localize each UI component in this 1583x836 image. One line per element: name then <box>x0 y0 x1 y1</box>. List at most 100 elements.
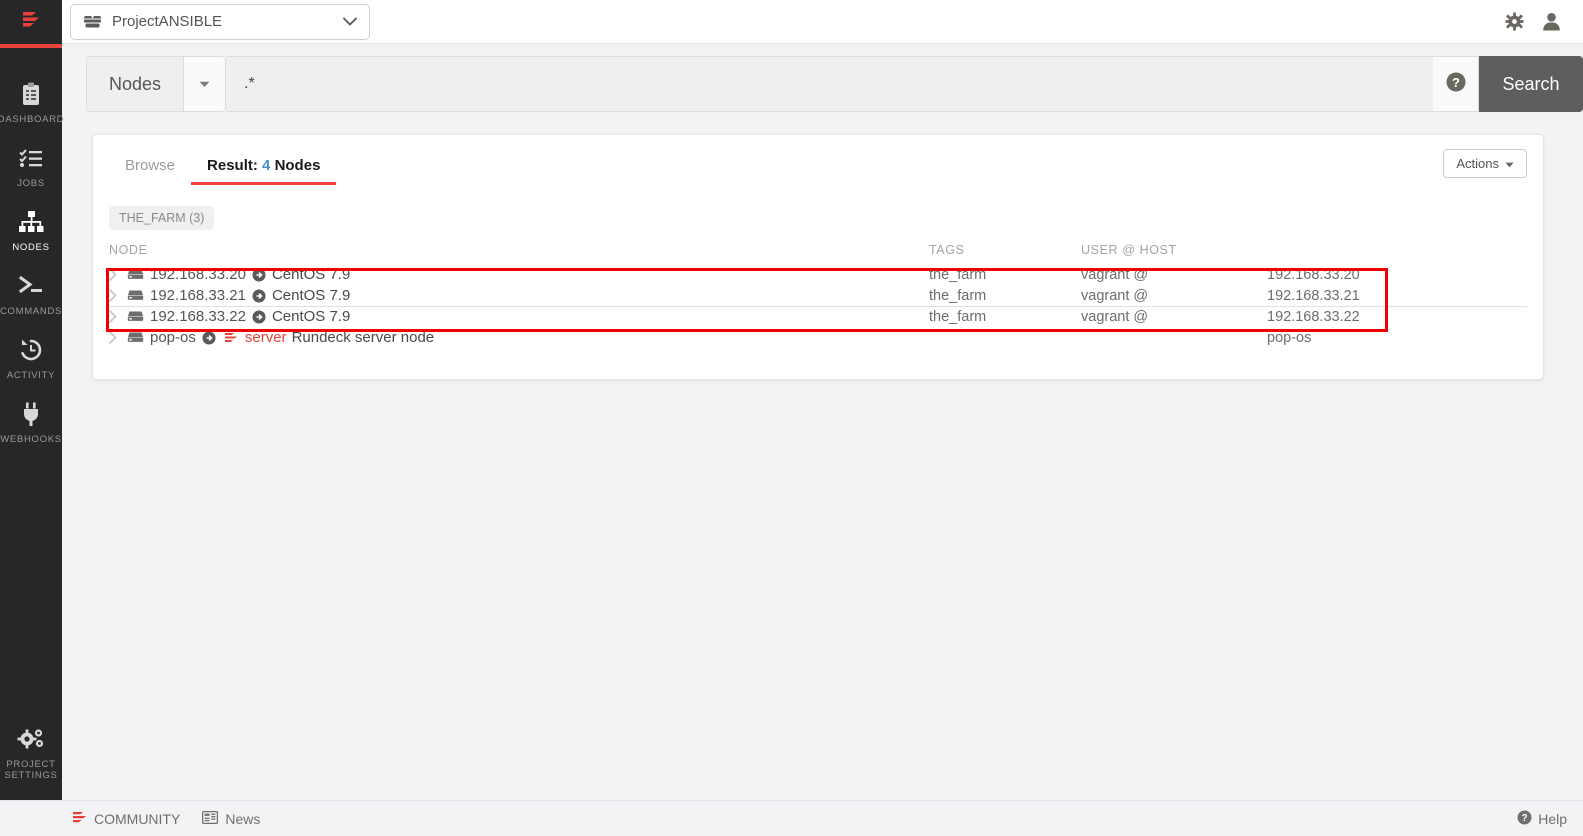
rundeck-logo-icon <box>72 811 87 827</box>
nodes-table-body: 192.168.33.20 CentOS 7.9 the_farm vagran… <box>109 264 1529 348</box>
sidebar-nav-list: DASHBOARD JOBS NODES COMMANDS ACTIVITY W… <box>0 70 64 454</box>
history-clock-icon <box>19 337 43 363</box>
footer-help-label: Help <box>1538 810 1567 827</box>
node-user: vagrant @ <box>1081 308 1149 325</box>
server-icon <box>127 268 144 281</box>
footer-community-label: COMMUNITY <box>94 810 181 827</box>
footer-community-link[interactable]: COMMUNITY <box>72 811 180 827</box>
search-input[interactable] <box>226 56 1433 112</box>
node-cell: 192.168.33.21 CentOS 7.9 <box>109 285 929 306</box>
sidebar-logo[interactable] <box>0 0 62 44</box>
arrow-circle-right-icon[interactable] <box>252 310 266 324</box>
sidebar-item-commands[interactable]: COMMANDS <box>0 262 62 326</box>
tag-filter-row: THE_FARM (3) <box>109 206 1543 230</box>
actions-button[interactable]: Actions <box>1443 149 1527 178</box>
project-selector[interactable]: ProjectANSIBLE <box>70 3 370 40</box>
sidebar-item-label: JOBS <box>17 178 45 189</box>
server-icon <box>127 289 144 302</box>
clipboard-icon <box>20 81 42 107</box>
node-name[interactable]: 192.168.33.22 <box>150 308 246 325</box>
arrow-circle-right-icon[interactable] <box>252 289 266 303</box>
node-tags[interactable]: the_farm <box>929 264 1081 285</box>
terminal-prompt-icon <box>18 273 44 299</box>
node-cell: 192.168.33.20 CentOS 7.9 <box>109 264 929 285</box>
node-tags[interactable]: the_farm <box>929 306 1081 327</box>
chevron-right-icon[interactable] <box>109 289 127 302</box>
nodes-table: NODE TAGS USER @ HOST 192.168.33.20 Cent… <box>109 243 1529 348</box>
node-server-tag[interactable]: server <box>245 329 287 346</box>
gears-icon <box>17 726 45 752</box>
node-cell: pop-os server Rundeck server node <box>109 327 929 348</box>
table-row[interactable]: 192.168.33.20 CentOS 7.9 the_farm vagran… <box>109 264 1529 285</box>
caret-down-icon <box>1505 156 1514 171</box>
filter-type-selector[interactable]: Nodes <box>86 56 227 112</box>
node-user <box>1081 327 1267 348</box>
sidebar-item-label: WEBHOOKS <box>0 434 62 445</box>
user-icon[interactable] <box>1542 12 1561 31</box>
rundeck-logo-icon <box>20 9 42 36</box>
sidebar-item-nodes[interactable]: NODES <box>0 198 62 262</box>
card-tabs: Browse Result: 4 Nodes <box>109 151 1527 189</box>
chevron-right-icon[interactable] <box>109 268 127 281</box>
plug-icon <box>20 401 42 427</box>
sidebar-item-webhooks[interactable]: WEBHOOKS <box>0 390 62 454</box>
node-name[interactable]: 192.168.33.20 <box>150 266 246 283</box>
sidebar-item-dashboard[interactable]: DASHBOARD <box>0 70 64 134</box>
arrow-circle-right-icon[interactable] <box>202 331 216 345</box>
sidebar-item-activity[interactable]: ACTIVITY <box>0 326 62 390</box>
checklist-icon <box>19 145 43 171</box>
column-header-node: NODE <box>109 243 148 257</box>
caret-down-icon[interactable] <box>183 57 226 111</box>
arrow-circle-right-icon[interactable] <box>252 268 266 282</box>
filter-type-label: Nodes <box>87 57 184 111</box>
search-button[interactable]: Search <box>1479 56 1583 112</box>
search-help-button[interactable]: ? <box>1433 56 1479 112</box>
sidebar-item-label-line2: SETTINGS <box>4 770 58 781</box>
column-header-host <box>1267 243 1529 264</box>
node-name[interactable]: 192.168.33.21 <box>150 287 246 304</box>
sidebar-item-label: COMMANDS <box>0 306 63 317</box>
top-bar: ProjectANSIBLE <box>0 0 1583 44</box>
project-cube-icon <box>83 14 102 29</box>
node-host: 192.168.33.21 <box>1267 287 1360 304</box>
server-icon <box>127 310 144 323</box>
chevron-right-icon[interactable] <box>109 310 127 323</box>
table-row[interactable]: pop-os server Rundeck server node pop-os <box>109 327 1529 348</box>
tab-browse[interactable]: Browse <box>109 151 191 185</box>
tab-result[interactable]: Result: 4 Nodes <box>191 151 337 185</box>
sidebar-item-project-settings[interactable]: PROJECT SETTINGS <box>0 715 62 790</box>
footer-help-link[interactable]: ? Help <box>1517 810 1567 828</box>
table-header-row: NODE TAGS USER @ HOST <box>109 243 1529 264</box>
sidebar-bottom-section: PROJECT SETTINGS <box>0 715 62 790</box>
node-os-label: CentOS 7.9 <box>271 287 351 304</box>
node-user: vagrant @ <box>1081 287 1149 304</box>
node-host: 192.168.33.20 <box>1267 266 1360 283</box>
footer-links: COMMUNITY News <box>72 810 260 827</box>
node-host: pop-os <box>1267 329 1312 346</box>
table-row[interactable]: 192.168.33.22 CentOS 7.9 the_farm vagran… <box>109 306 1529 327</box>
server-icon <box>127 331 144 344</box>
node-tags[interactable]: the_farm <box>929 285 1081 306</box>
table-row[interactable]: 192.168.33.21 CentOS 7.9 the_farm vagran… <box>109 285 1529 306</box>
chevron-down-icon <box>343 13 357 30</box>
sidebar-item-jobs[interactable]: JOBS <box>0 134 62 198</box>
tab-result-prefix: Result: <box>207 157 258 174</box>
sidebar-item-label-line1: PROJECT <box>6 759 56 770</box>
footer-news-link[interactable]: News <box>202 810 260 827</box>
column-header-user-host: USER @ HOST <box>1081 243 1177 257</box>
chevron-right-icon[interactable] <box>109 331 127 344</box>
tag-badge-the-farm[interactable]: THE_FARM (3) <box>109 206 215 230</box>
column-header-tags: TAGS <box>929 243 965 257</box>
sidebar-item-label: NODES <box>12 242 50 253</box>
gear-icon[interactable] <box>1505 12 1524 31</box>
tab-result-count: 4 <box>262 157 271 174</box>
sidebar-item-label: ACTIVITY <box>6 370 56 381</box>
node-user: vagrant @ <box>1081 266 1149 283</box>
tab-result-suffix: Nodes <box>274 157 321 174</box>
node-cell: 192.168.33.22 CentOS 7.9 <box>109 306 929 327</box>
nodes-result-card: Browse Result: 4 Nodes Actions THE_FARM … <box>92 134 1544 380</box>
node-name[interactable]: pop-os <box>150 329 196 346</box>
node-tags[interactable] <box>929 327 1081 348</box>
node-os-label: CentOS 7.9 <box>271 308 351 325</box>
project-name-label: ProjectANSIBLE <box>112 13 223 30</box>
